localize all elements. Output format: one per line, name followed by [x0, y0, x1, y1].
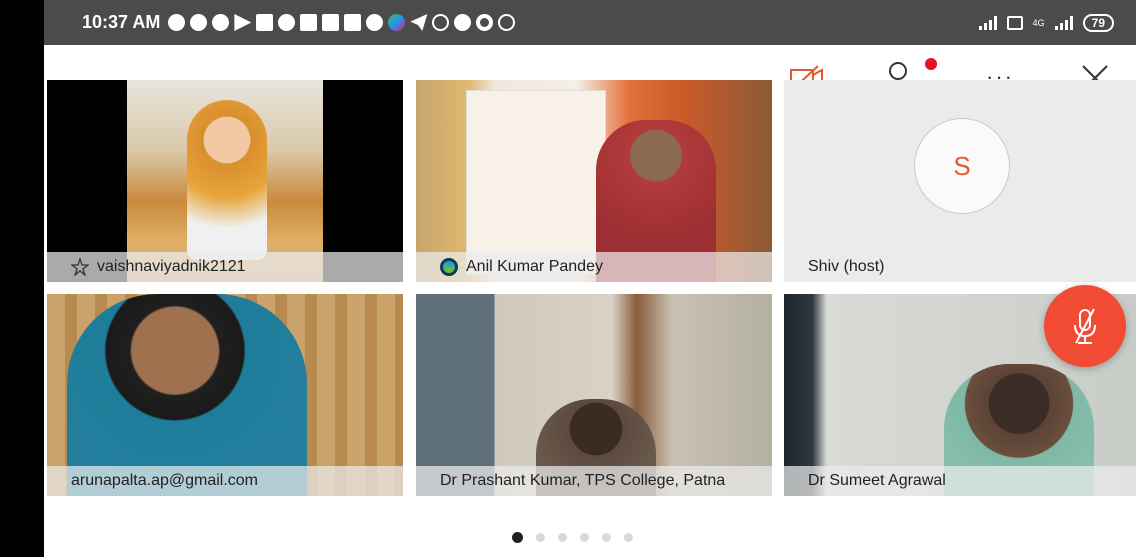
- participant-name-bar: Dr Prashant Kumar, TPS College, Patna: [416, 466, 772, 496]
- participant-name: Anil Kumar Pandey: [466, 258, 603, 275]
- camera-icon: [476, 14, 494, 31]
- webex-icon: [440, 258, 458, 276]
- gallery-icon: [256, 14, 274, 31]
- app-icon: [212, 14, 230, 31]
- participant-name: Dr Prashant Kumar, TPS College, Patna: [440, 472, 726, 489]
- status-right: 4G 79: [978, 13, 1114, 32]
- participant-tile[interactable]: vaishnaviyadnik2121: [47, 80, 403, 282]
- play-icon: [234, 14, 252, 31]
- network-label: 4G: [1032, 17, 1045, 28]
- shield-icon: [366, 14, 384, 31]
- page-dot[interactable]: [558, 533, 567, 542]
- page-dot-active[interactable]: [512, 532, 523, 543]
- app-icon: [190, 14, 208, 31]
- phone-icon: [454, 14, 472, 31]
- star-icon: [71, 258, 89, 276]
- page-dot[interactable]: [602, 533, 611, 542]
- app-icon: [168, 14, 186, 31]
- status-time: 10:37 AM: [82, 12, 161, 32]
- participant-tile[interactable]: arunapalta.ap@gmail.com: [47, 294, 403, 496]
- participant-name-bar: Anil Kumar Pandey: [416, 252, 772, 282]
- sim-icon: [1006, 15, 1023, 30]
- facebook-icon: [278, 14, 296, 31]
- whatsapp-icon: [432, 14, 450, 31]
- page-dot[interactable]: [580, 533, 589, 542]
- mail-icon: [344, 14, 362, 31]
- participant-name: Shiv (host): [808, 258, 885, 275]
- page-dot[interactable]: [624, 533, 633, 542]
- participant-name: arunapalta.ap@gmail.com: [71, 472, 259, 489]
- notification-dot: [925, 58, 937, 70]
- avatar-letter: S: [953, 150, 971, 181]
- signal-icon: [978, 15, 997, 30]
- avatar: S: [914, 118, 1010, 214]
- mic-muted-icon: [1074, 308, 1096, 344]
- status-bar: 10:37 AM 4G 79: [44, 0, 1136, 45]
- page-indicator: [512, 532, 633, 543]
- participant-name-bar: arunapalta.ap@gmail.com: [47, 466, 403, 496]
- clock-icon: [498, 14, 516, 31]
- left-black-bar: [0, 0, 44, 557]
- mail-icon: [322, 14, 340, 31]
- page-dot[interactable]: [536, 533, 545, 542]
- participant-name: Dr Sumeet Agrawal: [808, 472, 946, 489]
- signal-icon-2: [1054, 15, 1073, 30]
- participant-name-bar: Dr Sumeet Agrawal: [784, 466, 1136, 496]
- participant-name-bar: vaishnaviyadnik2121: [47, 252, 403, 282]
- video-poster: [466, 90, 606, 275]
- participant-name: vaishnaviyadnik2121: [97, 258, 246, 275]
- participant-name-bar: Shiv (host): [784, 252, 1136, 282]
- multicolor-icon: [388, 14, 406, 31]
- battery-indicator: 79: [1082, 13, 1114, 32]
- notification-icons: [168, 14, 516, 31]
- calendar-icon: [300, 14, 318, 31]
- participant-tile[interactable]: Dr Prashant Kumar, TPS College, Patna: [416, 294, 772, 496]
- telegram-icon: [410, 14, 428, 31]
- participant-tile[interactable]: Anil Kumar Pandey: [416, 80, 772, 282]
- mute-button[interactable]: [1044, 285, 1126, 367]
- video-figure: [187, 100, 267, 260]
